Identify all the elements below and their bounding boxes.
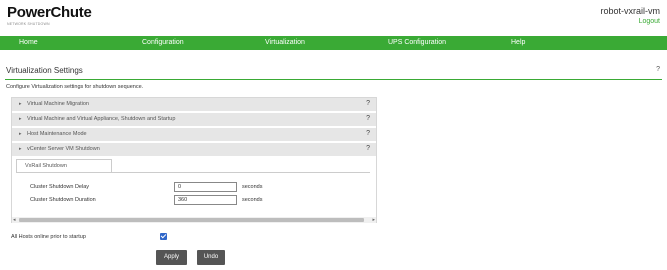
nav-configuration[interactable]: Configuration: [142, 36, 184, 50]
logout-link[interactable]: Logout: [639, 18, 660, 25]
main-nav: Home Configuration Virtualization UPS Co…: [0, 36, 667, 50]
accordion-label: Virtual Machine and Virtual Appliance, S…: [27, 116, 176, 122]
powerchute-logo: PowerChute NETWORK SHUTDOWN: [7, 5, 92, 26]
all-hosts-online-label: All Hosts online prior to startup: [11, 234, 86, 240]
logo-title: PowerChute: [7, 4, 92, 21]
page-help-icon[interactable]: ?: [656, 66, 660, 73]
tab-label: VxRail Shutdown: [25, 163, 67, 169]
accordion-label: vCenter Server VM Shutdown: [27, 146, 100, 152]
nav-home[interactable]: Home: [19, 36, 38, 50]
undo-button[interactable]: Undo: [197, 250, 225, 265]
hostname: robot-vxrail-vm: [600, 6, 660, 16]
logo-subtitle: NETWORK SHUTDOWN: [7, 22, 50, 26]
nav-help[interactable]: Help: [511, 36, 525, 50]
help-icon[interactable]: ?: [366, 100, 370, 107]
accordion-vcenter-shutdown[interactable]: ▸ vCenter Server VM Shutdown ?: [12, 143, 376, 157]
nav-virtualization[interactable]: Virtualization: [265, 36, 305, 50]
duration-unit: seconds: [242, 197, 263, 203]
help-icon[interactable]: ?: [366, 145, 370, 152]
accordion-vm-migration[interactable]: ▸ Virtual Machine Migration ?: [12, 98, 376, 112]
page-title: Virtualization Settings: [6, 66, 83, 75]
accordion-vm-shutdown-startup[interactable]: ▸ Virtual Machine and Virtual Appliance,…: [12, 113, 376, 127]
scroll-left-icon[interactable]: ◂: [13, 217, 16, 223]
cluster-shutdown-duration-label: Cluster Shutdown Duration: [30, 197, 96, 203]
cluster-shutdown-delay-label: Cluster Shutdown Delay: [30, 184, 90, 190]
tab-vxrail-shutdown[interactable]: VxRail Shutdown: [16, 159, 112, 172]
cluster-shutdown-delay-input[interactable]: [174, 182, 237, 192]
horizontal-scrollbar[interactable]: ◂ ▸: [12, 217, 376, 223]
expand-arrow-icon: ▸: [19, 146, 22, 152]
all-hosts-online-checkbox[interactable]: [160, 233, 167, 240]
accordion-label: Host Maintenance Mode: [27, 131, 87, 137]
expand-arrow-icon: ▸: [19, 116, 22, 122]
scroll-right-icon[interactable]: ▸: [372, 217, 375, 223]
tab-divider: [16, 172, 370, 173]
help-icon[interactable]: ?: [366, 115, 370, 122]
expand-arrow-icon: ▸: [19, 101, 22, 107]
apply-button[interactable]: Apply: [156, 250, 187, 265]
scrollbar-thumb[interactable]: [19, 218, 364, 222]
accordion-label: Virtual Machine Migration: [27, 101, 89, 107]
accordion-host-maintenance[interactable]: ▸ Host Maintenance Mode ?: [12, 128, 376, 142]
expand-arrow-icon: ▸: [19, 131, 22, 137]
settings-panel: ▸ Virtual Machine Migration ? ▸ Virtual …: [11, 97, 377, 223]
nav-ups-configuration[interactable]: UPS Configuration: [388, 36, 446, 50]
title-divider: [5, 79, 662, 80]
help-icon[interactable]: ?: [366, 130, 370, 137]
page-description: Configure Virtualization settings for sh…: [6, 84, 144, 90]
delay-unit: seconds: [242, 184, 263, 190]
cluster-shutdown-duration-input[interactable]: [174, 195, 237, 205]
